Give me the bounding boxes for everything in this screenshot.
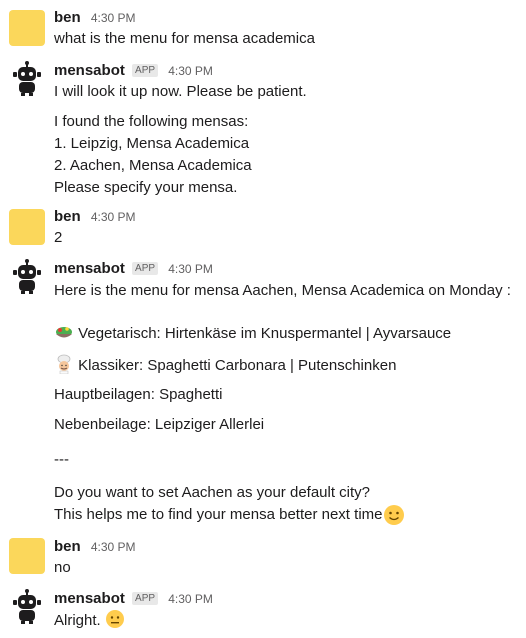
user-avatar[interactable] (9, 209, 45, 245)
robot-icon (13, 61, 41, 96)
message-text: Nebenbeilage: Leipziger Allerlei (54, 416, 265, 433)
message-text: Here is the menu for mensa Aachen, Mensa… (54, 282, 511, 299)
menu-item-classic: Klassiker: Spaghetti Carbonara | Putensc… (54, 354, 396, 380)
app-badge: APP (132, 64, 159, 77)
message-text: no (54, 559, 71, 576)
author-name[interactable]: mensabot (54, 590, 125, 607)
timestamp[interactable]: 4:30 PM (168, 64, 213, 78)
author-name[interactable]: ben (54, 9, 81, 26)
user-avatar[interactable] (9, 538, 45, 574)
app-badge: APP (132, 262, 159, 275)
menu-item-vegetarian: Vegetarisch: Hirtenkäse im Knuspermantel… (54, 324, 451, 348)
bot-avatar[interactable] (9, 259, 45, 295)
message-header: ben 4:30 PM (54, 537, 136, 557)
message-text: This helps me to find your mensa better … (54, 506, 383, 523)
message-header: mensabot APP 4:30 PM (54, 61, 213, 81)
message-text: what is the menu for mensa academica (54, 30, 315, 47)
message-header: ben 4:30 PM (54, 207, 136, 227)
message-text: I found the following mensas: (54, 113, 249, 130)
message-text: I will look it up now. Please be patient… (54, 83, 307, 100)
bot-avatar[interactable] (9, 61, 45, 97)
message-text: 2. Aachen, Mensa Academica (54, 157, 252, 174)
robot-icon (13, 589, 41, 624)
menu-item-text: Klassiker: Spaghetti Carbonara | Putensc… (78, 357, 397, 374)
message-header: mensabot APP 4:30 PM (54, 589, 213, 609)
slightly-smiling-icon (383, 504, 405, 531)
timestamp[interactable]: 4:30 PM (168, 262, 213, 276)
message-text: Alright. (54, 609, 125, 635)
divider-text: --- (54, 451, 69, 468)
message-header: ben 4:30 PM (54, 8, 136, 28)
salad-icon (54, 324, 74, 348)
message-text-content: Alright. (54, 612, 101, 629)
timestamp[interactable]: 4:30 PM (91, 540, 136, 554)
chef-icon (54, 354, 74, 380)
message-text: Hauptbeilagen: Spaghetti (54, 386, 223, 403)
message-text: 2 (54, 229, 63, 246)
timestamp[interactable]: 4:30 PM (91, 210, 136, 224)
message-text: Please specify your mensa. (54, 179, 238, 196)
app-badge: APP (132, 592, 159, 605)
author-name[interactable]: mensabot (54, 62, 125, 79)
message-text: Do you want to set Aachen as your defaul… (54, 484, 371, 501)
timestamp[interactable]: 4:30 PM (168, 592, 213, 606)
user-avatar[interactable] (9, 10, 45, 46)
author-name[interactable]: mensabot (54, 260, 125, 277)
bot-avatar[interactable] (9, 589, 45, 625)
timestamp[interactable]: 4:30 PM (91, 11, 136, 25)
author-name[interactable]: ben (54, 538, 81, 555)
author-name[interactable]: ben (54, 208, 81, 225)
neutral-face-icon (105, 609, 125, 635)
message-text: 1. Leipzig, Mensa Academica (54, 135, 250, 152)
message-header: mensabot APP 4:30 PM (54, 259, 213, 279)
robot-icon (13, 259, 41, 294)
menu-item-text: Vegetarisch: Hirtenkäse im Knuspermantel… (78, 325, 452, 342)
